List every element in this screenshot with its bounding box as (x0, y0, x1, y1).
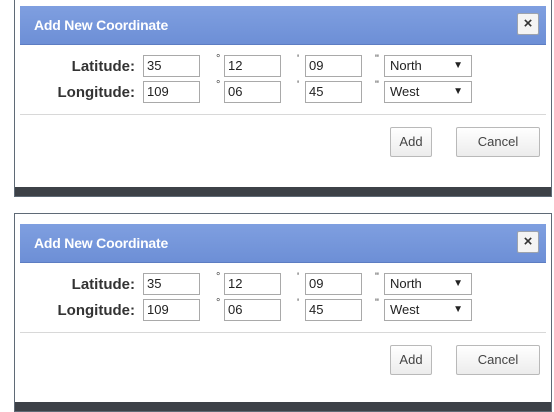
dialog-title: Add New Coordinate (34, 235, 169, 251)
latitude-label: Latitude: (71, 276, 135, 293)
second-symbol: " (375, 297, 379, 309)
degree-symbol: ° (216, 271, 221, 283)
longitude-minutes-input[interactable]: 06 (224, 299, 281, 321)
latitude-seconds-input[interactable]: 09 (305, 273, 362, 295)
minute-symbol: ' (297, 53, 300, 65)
longitude-seconds-input[interactable]: 45 (305, 299, 362, 321)
close-button[interactable]: × (517, 231, 539, 253)
longitude-label: Longitude: (57, 84, 135, 101)
longitude-degrees-input[interactable]: 109 (143, 299, 200, 321)
latitude-minutes-input[interactable]: 12 (224, 55, 281, 77)
longitude-seconds-input[interactable]: 45 (305, 81, 362, 103)
dialog-window-1: Add New Coordinate × Latitude: 35 ° 12 '… (14, 0, 552, 197)
degree-symbol: ° (216, 53, 221, 65)
minute-symbol: ' (297, 297, 300, 309)
dialog-titlebar[interactable]: Add New Coordinate × (20, 224, 546, 263)
dialog-window-2: Add New Coordinate × Latitude: 35 ° 12 '… (14, 213, 552, 412)
longitude-label: Longitude: (57, 302, 135, 319)
second-symbol: " (375, 79, 379, 91)
add-button[interactable]: Add (390, 345, 432, 375)
dialog-titlebar[interactable]: Add New Coordinate × (20, 6, 546, 45)
latitude-direction-select[interactable]: North ▼ (384, 55, 472, 77)
chevron-down-icon: ▼ (453, 304, 463, 315)
minute-symbol: ' (297, 79, 300, 91)
chevron-down-icon: ▼ (453, 278, 463, 289)
latitude-degrees-input[interactable]: 35 (143, 273, 200, 295)
add-coordinate-dialog: Add New Coordinate × Latitude: 35 ° 12 '… (20, 224, 546, 400)
dialog-title: Add New Coordinate (34, 17, 169, 33)
latitude-direction-select[interactable]: North ▼ (384, 273, 472, 295)
latitude-minutes-input[interactable]: 12 (224, 273, 281, 295)
cancel-button[interactable]: Cancel (456, 127, 540, 157)
second-symbol: " (375, 271, 379, 283)
latitude-label: Latitude: (71, 58, 135, 75)
close-icon: × (523, 233, 533, 250)
cancel-button[interactable]: Cancel (456, 345, 540, 375)
latitude-direction-value: North (390, 58, 422, 73)
longitude-direction-select[interactable]: West ▼ (384, 81, 472, 103)
degree-symbol: ° (216, 79, 221, 91)
add-button[interactable]: Add (390, 127, 432, 157)
longitude-direction-value: West (390, 302, 420, 317)
chevron-down-icon: ▼ (453, 60, 463, 71)
add-coordinate-dialog: Add New Coordinate × Latitude: 35 ° 12 '… (20, 6, 546, 184)
longitude-direction-select[interactable]: West ▼ (384, 299, 472, 321)
window-base-bar (15, 402, 551, 411)
divider (20, 114, 546, 115)
chevron-down-icon: ▼ (453, 86, 463, 97)
window-base-bar (15, 187, 551, 196)
close-button[interactable]: × (517, 13, 539, 35)
longitude-degrees-input[interactable]: 109 (143, 81, 200, 103)
longitude-minutes-input[interactable]: 06 (224, 81, 281, 103)
second-symbol: " (375, 53, 379, 65)
minute-symbol: ' (297, 271, 300, 283)
degree-symbol: ° (216, 297, 221, 309)
longitude-direction-value: West (390, 84, 420, 99)
latitude-direction-value: North (390, 276, 422, 291)
close-icon: × (523, 15, 533, 32)
divider (20, 332, 546, 333)
latitude-seconds-input[interactable]: 09 (305, 55, 362, 77)
latitude-degrees-input[interactable]: 35 (143, 55, 200, 77)
